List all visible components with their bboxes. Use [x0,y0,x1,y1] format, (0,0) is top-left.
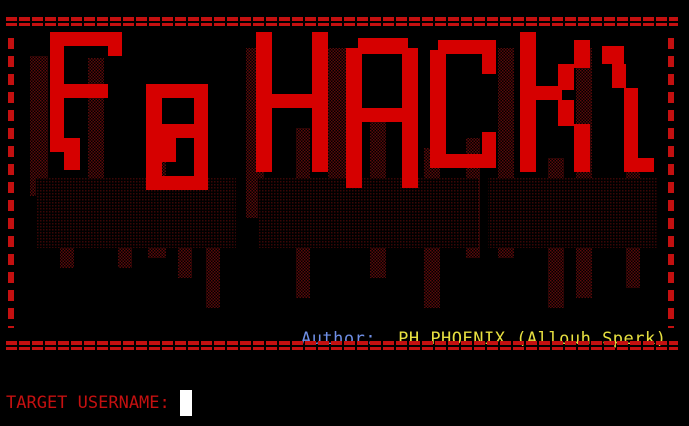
fb-hack-banner-logo [28,28,664,308]
bottom-border-line-2 [6,347,678,350]
top-border-line [6,17,678,21]
right-border [668,38,674,328]
username-prompt: TARGET USERNAME: [6,390,192,416]
text-cursor[interactable] [179,390,192,416]
top-border-line-2 [6,23,678,26]
author-label: Author: [300,329,377,349]
prompt-label: TARGET USERNAME: [6,393,170,413]
author-credit: Author: PH.PHOENIX (Allouh Sperk) [258,309,666,369]
bottom-border-line [6,341,678,345]
author-value: PH.PHOENIX (Allouh Sperk) [398,329,667,349]
left-border [8,38,14,328]
